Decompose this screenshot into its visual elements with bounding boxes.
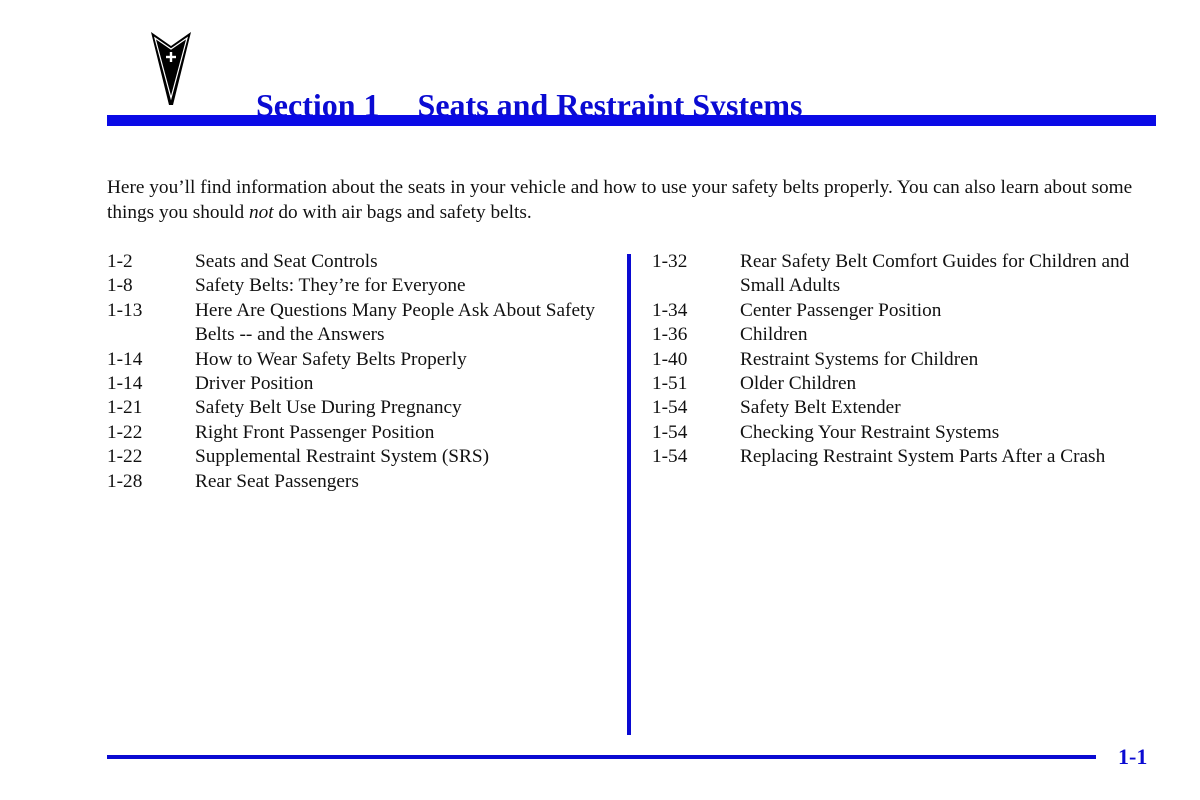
toc-page-number: 1-13 [107,299,143,321]
toc-right-column: 1-32 Rear Safety Belt Comfort Guides for … [652,250,1172,470]
intro-paragraph: Here you’ll find information about the s… [107,175,1167,225]
toc-entry[interactable]: 1-8 Safety Belts: They’re for Everyone [107,274,617,298]
toc-page-number: 1-14 [107,373,143,395]
toc-entry[interactable]: 1-22 Supplemental Restraint System (SRS) [107,445,617,469]
toc-page-number: 1-2 [107,251,133,272]
toc-entry-title: Rear Safety Belt Comfort Guides for Chil… [740,251,1130,297]
toc-page-number: 1-28 [107,470,143,492]
section-heading: Section 1 Seats and Restraint Systems [240,50,802,124]
page-number: 1-1 [1118,744,1148,769]
toc-entry[interactable]: 1-40 Restraint Systems for Children [652,348,1172,372]
toc-entry[interactable]: 1-34 Center Passenger Position [652,299,1172,323]
toc-entry[interactable]: 1-2 Seats and Seat Controls [107,250,617,274]
toc-entry-title: How to Wear Safety Belts Properly [195,348,467,370]
toc-entry-title: Right Front Passenger Position [195,421,435,443]
toc-page-number: 1-32 [652,251,688,272]
toc-entry-title: Center Passenger Position [740,299,942,321]
toc-page-number: 1-21 [107,397,143,419]
toc-page-number: 1-22 [107,446,143,468]
toc-page-number: 1-36 [652,324,688,346]
toc-entry-title: Safety Belts: They’re for Everyone [195,275,466,297]
toc-entry[interactable]: 1-51 Older Children [652,372,1172,396]
toc-entry[interactable]: 1-54 Safety Belt Extender [652,396,1172,420]
toc-entry[interactable]: 1-13 Here Are Questions Many People Ask A… [107,299,617,348]
toc-entry[interactable]: 1-54 Replacing Restraint System Parts Aft… [652,445,1172,469]
toc-entry-title: Safety Belt Use During Pregnancy [195,397,462,419]
toc-entry[interactable]: 1-21 Safety Belt Use During Pregnancy [107,396,617,420]
toc-entry-title: Here Are Questions Many People Ask About… [195,299,596,346]
toc-entry-title: Rear Seat Passengers [195,470,359,492]
toc-page-number: 1-54 [652,397,688,419]
toc-entry[interactable]: 1-14 How to Wear Safety Belts Properly [107,348,617,372]
toc-page-number: 1-54 [652,421,688,443]
toc-entry-title: Safety Belt Extender [740,397,901,419]
toc-entry-title: Driver Position [195,373,314,395]
toc-entry[interactable]: 1-14 Driver Position [107,372,617,396]
arrowhead-emblem-icon [150,30,192,106]
toc-entry[interactable]: 1-32 Rear Safety Belt Comfort Guides for … [652,250,1172,299]
footer-rule [107,755,1096,759]
toc-entry[interactable]: 1-54 Checking Your Restraint Systems [652,421,1172,445]
toc-entry-title: Checking Your Restraint Systems [740,421,1000,443]
toc-entry[interactable]: 1-36 Children [652,323,1172,347]
toc-page-number: 1-22 [107,421,143,443]
toc-entry-title: Children [740,324,808,346]
toc-entry[interactable]: 1-22 Right Front Passenger Position [107,421,617,445]
toc-entry[interactable]: 1-28 Rear Seat Passengers [107,470,617,494]
toc-page-number: 1-14 [107,348,143,370]
toc-page-number: 1-34 [652,299,688,321]
toc-entry-title: Older Children [740,373,857,395]
toc-entry-title: Supplemental Restraint System (SRS) [195,446,490,468]
intro-emphasis: not [248,202,274,223]
toc-left-column: 1-2 Seats and Seat Controls 1-8 Safety Belt… [107,250,617,494]
toc-page-number: 1-51 [652,373,688,395]
toc-page-number: 1-40 [652,348,688,370]
toc-entry-title: Seats and Seat Controls [195,251,378,272]
toc-page-number: 1-54 [652,446,688,468]
toc-page-number: 1-8 [107,275,133,297]
column-divider [627,254,631,735]
title-divider-bar [107,115,1156,126]
toc-entry-title: Replacing Restraint System Parts After a… [740,446,1106,468]
toc-entry-title: Restraint Systems for Children [740,348,979,370]
intro-text-end: do with air bags and safety belts. [273,202,532,223]
